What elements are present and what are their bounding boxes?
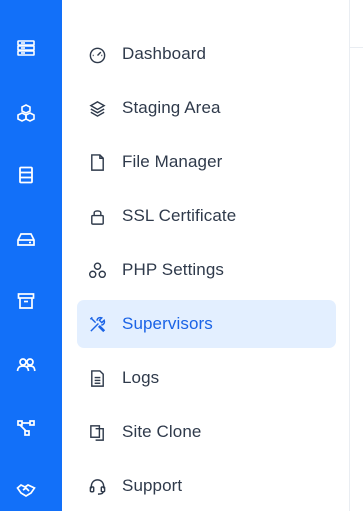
menu-item-label: SSL Certificate bbox=[122, 206, 237, 225]
lock-icon bbox=[87, 206, 107, 226]
document-icon bbox=[87, 368, 107, 388]
cubes-icon[interactable] bbox=[14, 101, 38, 125]
menu-item-label: Staging Area bbox=[122, 98, 221, 117]
menu-item-label: PHP Settings bbox=[122, 260, 224, 279]
list-icon[interactable] bbox=[14, 163, 38, 187]
menu-item-label: Site Clone bbox=[122, 422, 202, 441]
menu-item-logs[interactable]: Logs bbox=[77, 354, 336, 402]
menu-item-file-manager[interactable]: File Manager bbox=[77, 138, 336, 186]
icon-rail bbox=[0, 0, 62, 511]
users-icon[interactable] bbox=[14, 353, 38, 377]
handshake-icon[interactable] bbox=[14, 478, 38, 502]
drive-icon[interactable] bbox=[14, 227, 38, 251]
menu-item-php-settings[interactable]: PHP Settings bbox=[77, 246, 336, 294]
menu-item-label: Support bbox=[122, 476, 183, 495]
archive-icon[interactable] bbox=[14, 289, 38, 313]
headset-icon bbox=[87, 476, 107, 496]
menu-item-label: File Manager bbox=[122, 152, 223, 171]
menu-item-site-clone[interactable]: Site Clone bbox=[77, 408, 336, 456]
network-icon[interactable] bbox=[14, 416, 38, 440]
speedometer-icon bbox=[87, 44, 107, 64]
menu-item-ssl-certificate[interactable]: SSL Certificate bbox=[77, 192, 336, 240]
menu-item-staging-area[interactable]: Staging Area bbox=[77, 84, 336, 132]
menu-item-label: Dashboard bbox=[122, 44, 207, 63]
layers-icon bbox=[87, 98, 107, 118]
menu-item-dashboard[interactable]: Dashboard bbox=[77, 30, 336, 78]
content-divider bbox=[349, 0, 350, 511]
menu-item-label: Supervisors bbox=[122, 314, 213, 333]
menu-item-support[interactable]: Support bbox=[77, 462, 336, 510]
copy-icon bbox=[87, 422, 107, 442]
site-menu: Dashboard Staging Area File Manager SSL … bbox=[62, 0, 349, 511]
menu-item-label: Logs bbox=[122, 368, 160, 387]
server-icon[interactable] bbox=[14, 36, 38, 60]
tools-icon bbox=[87, 314, 107, 334]
header-divider bbox=[350, 47, 363, 48]
file-icon bbox=[87, 152, 107, 172]
menu-item-supervisors[interactable]: Supervisors bbox=[77, 300, 336, 348]
cubes-icon bbox=[87, 260, 107, 280]
